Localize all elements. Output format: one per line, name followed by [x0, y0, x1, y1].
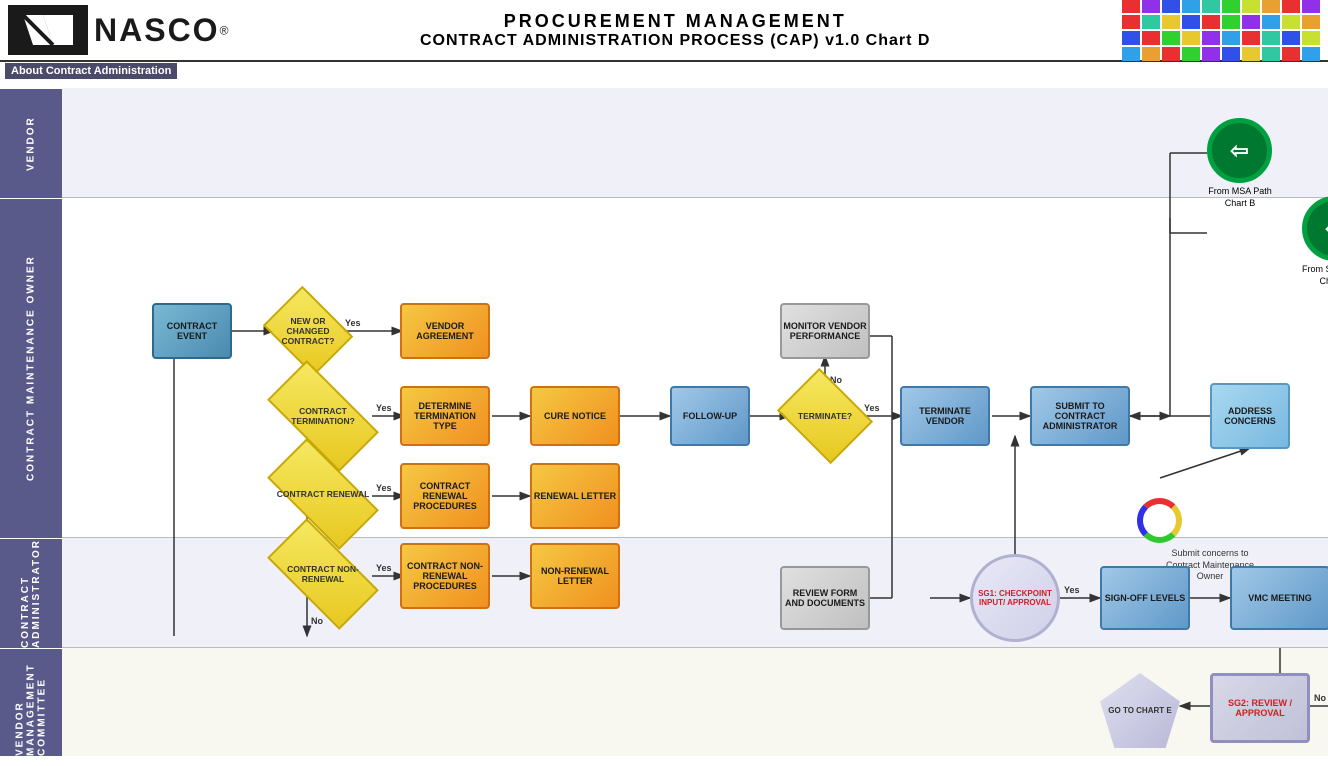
submit-ca-node: SUBMIT TO CONTRACT ADMINISTRATOR	[1030, 386, 1130, 446]
color-block-cell	[1222, 47, 1240, 61]
color-block-cell	[1162, 15, 1180, 29]
terminate-vendor-node: TERMINATE VENDOR	[900, 386, 990, 446]
title-area: PROCUREMENT MANAGEMENT CONTRACT ADMINIST…	[228, 11, 1122, 50]
color-block-cell	[1202, 0, 1220, 13]
nonrenewal-letter-node: NON-RENEWAL LETTER	[530, 543, 620, 609]
renewal-letter-node: RENEWAL LETTER	[530, 463, 620, 529]
color-block-cell	[1142, 47, 1160, 61]
color-block-cell	[1142, 31, 1160, 45]
sg2-node: SG2: REVIEW / APPROVAL	[1210, 673, 1310, 743]
from-msa-circle: ⇦	[1207, 118, 1272, 183]
sign-off-node: SIGN-OFF LEVELS	[1100, 566, 1190, 630]
color-block-cell	[1282, 47, 1300, 61]
color-block-cell	[1222, 0, 1240, 13]
lane-labels: VENDOR CONTRACT MAINTENANCE OWNER CONTRA…	[0, 88, 62, 766]
sg1-node: SG1: CHECKPOINT INPUT/ APPROVAL	[970, 554, 1060, 642]
color-block-cell	[1162, 31, 1180, 45]
cmo-lane-bg	[62, 198, 1328, 538]
cure-notice-node: CURE NOTICE	[530, 386, 620, 446]
color-block-cell	[1302, 0, 1320, 13]
color-block-cell	[1242, 0, 1260, 13]
color-block-cell	[1182, 47, 1200, 61]
color-block-cell	[1262, 15, 1280, 29]
renewal-procedures-node: CONTRACT RENEWAL PROCEDURES	[400, 463, 490, 529]
lane-vendor-label: VENDOR	[0, 88, 62, 198]
color-block-cell	[1202, 15, 1220, 29]
color-block-cell	[1122, 47, 1140, 61]
terminate-diamond: TERMINATE?	[787, 386, 863, 446]
color-block-cell	[1222, 15, 1240, 29]
title-line2: CONTRACT ADMINISTRATION PROCESS (CAP) v1…	[228, 32, 1122, 50]
lane-ca-label: CONTRACT ADMINISTRATOR	[0, 538, 62, 648]
about-link[interactable]: About Contract Administration	[5, 63, 177, 79]
color-block-cell	[1302, 15, 1320, 29]
contract-termination-diamond: CONTRACT TERMINATION?	[272, 388, 374, 444]
color-block-cell	[1182, 0, 1200, 13]
color-block-cell	[1222, 31, 1240, 45]
color-block-cell	[1302, 47, 1320, 61]
contract-renewal-diamond: CONTRACT RENEWAL	[272, 466, 374, 522]
color-block-cell	[1142, 0, 1160, 13]
lane-cmo-label: CONTRACT MAINTENANCE OWNER	[0, 198, 62, 538]
color-block-cell	[1182, 31, 1200, 45]
color-block-cell	[1262, 31, 1280, 45]
color-block-cell	[1142, 15, 1160, 29]
spinner-icon	[1137, 498, 1182, 543]
vendor-agreement-node: VENDOR AGREEMENT	[400, 303, 490, 359]
nonrenewal-procedures-node: CONTRACT NON-RENEWAL PROCEDURES	[400, 543, 490, 609]
color-block-cell	[1262, 0, 1280, 13]
address-concerns-node: ADDRESS CONCERNS	[1210, 383, 1290, 449]
color-block-cell	[1122, 15, 1140, 29]
color-block-cell	[1122, 31, 1140, 45]
color-block-cell	[1122, 0, 1140, 13]
color-block-cell	[1282, 31, 1300, 45]
from-sow-label: From SOW Path Chart C	[1295, 264, 1328, 287]
vendor-lane-bg	[62, 88, 1328, 198]
color-block-cell	[1202, 31, 1220, 45]
color-block-cell	[1162, 0, 1180, 13]
contract-nonrenewal-diamond: CONTRACT NON-RENEWAL	[272, 546, 374, 602]
title-line1: PROCUREMENT MANAGEMENT	[228, 11, 1122, 32]
new-changed-diamond: NEW OR CHANGED CONTRACT?	[272, 303, 344, 359]
color-block-cell	[1182, 15, 1200, 29]
color-block-cell	[1202, 47, 1220, 61]
color-block	[1122, 0, 1320, 61]
monitor-vendor-node: MONITOR VENDOR PERFORMANCE	[780, 303, 870, 359]
determine-term-node: DETERMINE TERMINATION TYPE	[400, 386, 490, 446]
logo-box	[8, 5, 88, 55]
nasco-logo-icon	[18, 10, 78, 50]
contract-event-node: CONTRACT EVENT	[152, 303, 232, 359]
color-block-cell	[1282, 0, 1300, 13]
color-block-cell	[1242, 15, 1260, 29]
review-form-node: REVIEW FORM AND DOCUMENTS	[780, 566, 870, 630]
color-block-cell	[1162, 47, 1180, 61]
main-area: VENDOR CONTRACT MAINTENANCE OWNER CONTRA…	[0, 88, 1328, 766]
lane-vmc-label: VENDOR MANAGEMENT COMMITTEE	[0, 648, 62, 756]
logo-area: NASCO®	[8, 5, 228, 55]
color-block-cell	[1302, 31, 1320, 45]
flowchart: Yes No Yes Yes No No	[62, 88, 1328, 766]
color-block-cell	[1282, 15, 1300, 29]
from-msa-label: From MSA Path Chart B	[1200, 186, 1280, 209]
follow-up-node: FOLLOW-UP	[670, 386, 750, 446]
logo-text: NASCO	[94, 12, 220, 48]
color-block-cell	[1262, 47, 1280, 61]
vmc-meeting-node: VMC MEETING	[1230, 566, 1328, 630]
color-block-cell	[1242, 31, 1260, 45]
registered-mark: ®	[220, 23, 229, 37]
color-block-cell	[1242, 47, 1260, 61]
